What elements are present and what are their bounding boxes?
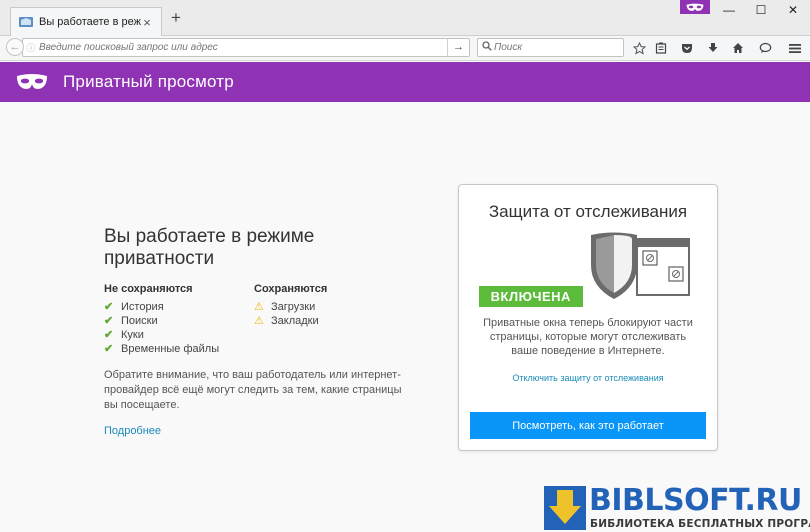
chat-icon[interactable] <box>756 39 774 57</box>
shield-icon <box>591 232 691 299</box>
saved-list: ⚠ Загрузки ⚠ Закладки <box>254 300 404 328</box>
tab-title: Вы работаете в режиме ... <box>39 16 141 28</box>
mask-icon <box>17 74 47 89</box>
tracking-title: Защита от отслеживания <box>488 202 688 221</box>
download-logo-icon <box>544 486 586 530</box>
list-item: ✔ Куки <box>104 329 144 341</box>
disable-tracking-link[interactable]: Отключить защиту от отслеживания <box>459 373 717 383</box>
see-how-it-works-button[interactable]: Посмотреть, как это работает <box>470 412 706 439</box>
list-item: ✔ Временные файлы <box>104 343 220 355</box>
mask-icon <box>686 3 704 11</box>
url-bar[interactable]: ⓘ → <box>22 38 470 57</box>
star-icon[interactable] <box>630 39 648 57</box>
private-heading: Вы работаете в режиме приватности <box>104 226 315 269</box>
watermark: BIBLSOFT.RU БИБЛИОТЕКА БЕСПЛАТНЫХ ПРОГРА… <box>544 483 810 532</box>
tracking-protection-card: Защита от отслеживания ВКЛЮЧЕНА Приватны… <box>458 184 718 451</box>
menu-icon[interactable] <box>786 39 804 57</box>
tab-strip: Вы работаете в режиме ... × + — ☐ ✕ <box>0 0 810 36</box>
info-icon[interactable]: ⓘ <box>23 41 39 54</box>
close-window-button[interactable]: ✕ <box>778 0 808 20</box>
list-item: ✔ Поиски <box>104 315 158 327</box>
saved-column: Сохраняются ⚠ Загрузки ⚠ Закладки <box>254 283 404 356</box>
list-item: ⚠ Загрузки <box>254 301 316 313</box>
check-icon: ✔ <box>104 343 114 355</box>
saved-title: Сохраняются <box>254 283 328 295</box>
search-input[interactable] <box>494 42 623 53</box>
maximize-button[interactable]: ☐ <box>746 0 776 20</box>
not-saved-column: Не сохраняются ✔ История ✔ Поиски ✔ Куки ✔ В… <box>104 283 254 356</box>
not-saved-title: Не сохраняются <box>104 283 193 295</box>
download-icon[interactable] <box>704 39 722 57</box>
privacy-note: Обратите внимание, что ваш работодатель … <box>104 369 402 411</box>
list-item: ⚠ Закладки <box>254 315 319 327</box>
private-browsing-badge <box>680 0 710 14</box>
search-icon <box>482 41 494 54</box>
go-button[interactable]: → <box>447 39 469 56</box>
tab-close-icon[interactable]: × <box>141 15 153 30</box>
check-icon: ✔ <box>104 329 114 341</box>
private-info-section: Вы работаете в режиме приватности Не сох… <box>104 226 404 439</box>
warning-icon: ⚠ <box>254 301 264 313</box>
back-button[interactable]: ← <box>6 38 24 56</box>
list-item: ✔ История <box>104 301 164 313</box>
warning-icon: ⚠ <box>254 315 264 327</box>
browser-tab[interactable]: Вы работаете в режиме ... × <box>10 7 162 36</box>
status-badge: ВКЛЮЧЕНА <box>478 286 583 307</box>
navigation-toolbar: ⓘ → ← <box>0 36 810 61</box>
not-saved-list: ✔ История ✔ Поиски ✔ Куки ✔ Временные файлы <box>104 300 254 356</box>
check-icon: ✔ <box>104 301 114 313</box>
reading-list-icon[interactable] <box>652 39 670 57</box>
minimize-button[interactable]: — <box>714 0 744 20</box>
home-icon[interactable] <box>729 39 747 57</box>
pocket-icon[interactable] <box>678 39 696 57</box>
learn-more-link[interactable]: Подробнее <box>104 425 161 437</box>
tab-favicon-icon <box>19 17 33 27</box>
watermark-subtitle: БИБЛИОТЕКА БЕСПЛАТНЫХ ПРОГРАММ <box>590 518 810 530</box>
private-browsing-header: Приватный просмотр <box>0 62 810 102</box>
watermark-logo: BIBLSOFT.RU <box>589 483 802 518</box>
new-tab-button[interactable]: + <box>168 9 184 26</box>
saved-lists: Не сохраняются ✔ История ✔ Поиски ✔ Куки ✔ В… <box>104 283 404 356</box>
tracking-description: Приватные окна теперь блокируют части ст… <box>483 317 693 357</box>
search-bar[interactable] <box>477 38 624 57</box>
page-title: Приватный просмотр <box>63 72 234 91</box>
url-input[interactable] <box>39 40 447 55</box>
check-icon: ✔ <box>104 315 114 327</box>
